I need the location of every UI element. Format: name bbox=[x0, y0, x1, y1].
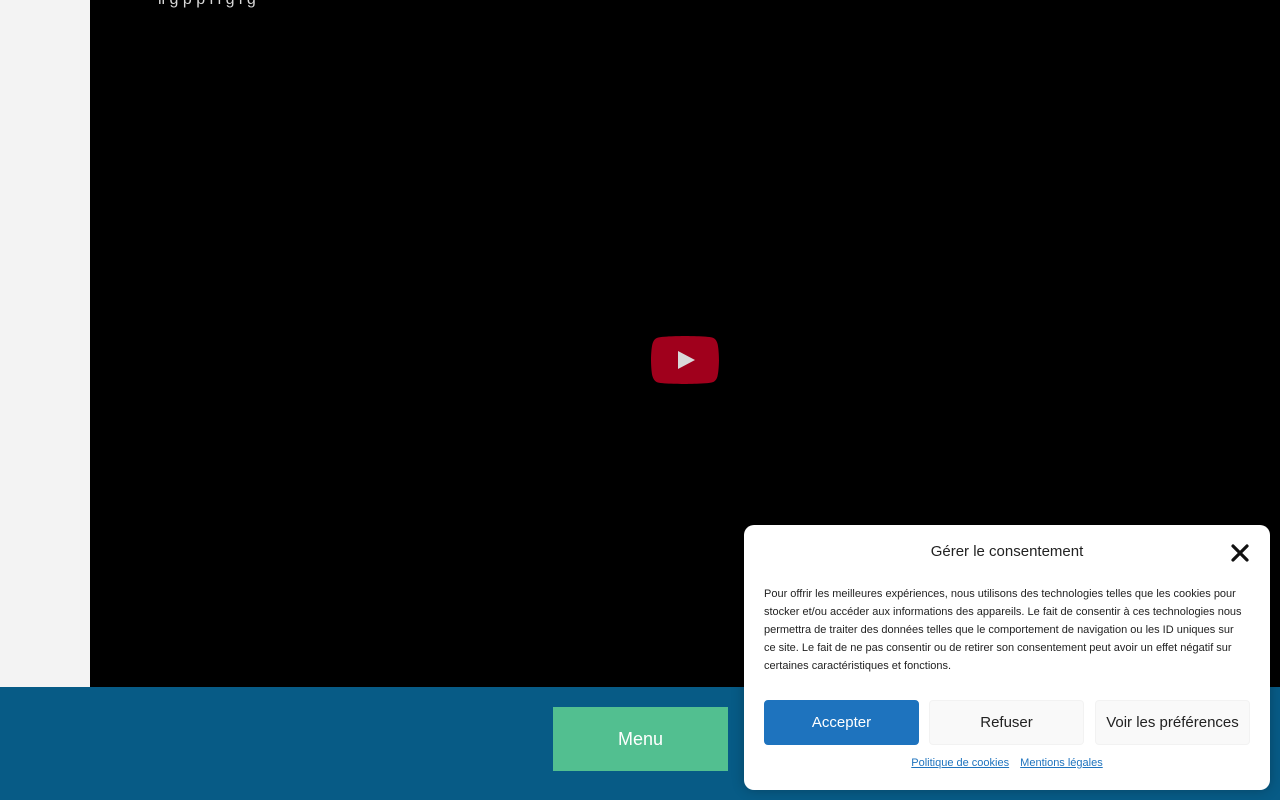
consent-title: Gérer le consentement bbox=[930, 543, 1084, 560]
consent-message: Pour offrir les meilleures expériences, … bbox=[764, 588, 1242, 672]
page: ll g p p l l g l g Menu Gérer le consent… bbox=[0, 0, 1280, 800]
video-caption: ll g p p l l g l g bbox=[158, 0, 256, 9]
menu-button[interactable]: Menu bbox=[553, 707, 728, 771]
cookie-consent-dialog: Gérer le consentement Pour offrir les me… bbox=[744, 525, 1270, 790]
view-preferences-button[interactable]: Voir les préférences bbox=[1095, 700, 1250, 745]
refuse-button[interactable]: Refuser bbox=[929, 700, 1084, 745]
left-margin bbox=[0, 0, 90, 687]
consent-links: Politique de cookies Mentions légales bbox=[744, 757, 1270, 769]
youtube-play-icon[interactable] bbox=[651, 336, 719, 384]
close-icon[interactable] bbox=[1230, 543, 1250, 563]
legal-notice-link[interactable]: Mentions légales bbox=[1020, 757, 1103, 769]
cookie-policy-link[interactable]: Politique de cookies bbox=[911, 757, 1009, 769]
accept-button[interactable]: Accepter bbox=[764, 700, 919, 745]
